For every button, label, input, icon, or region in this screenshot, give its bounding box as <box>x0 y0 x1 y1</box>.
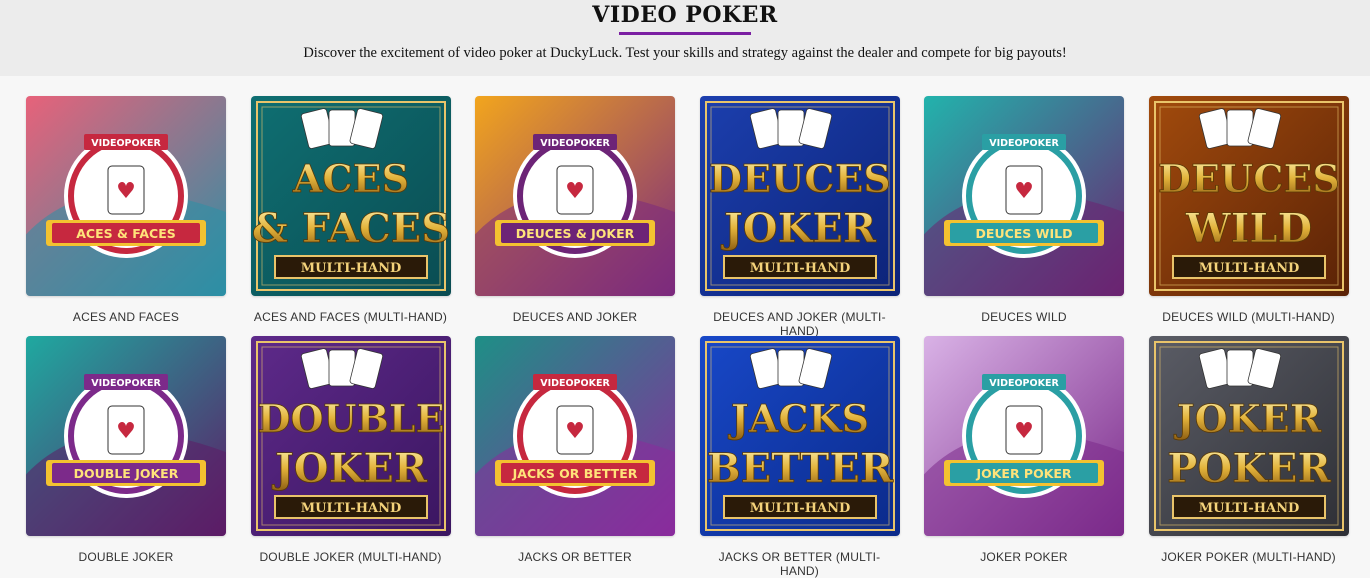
page-title: VIDEO POKER <box>592 2 778 28</box>
artwork-game-logo: BETTER <box>706 445 893 492</box>
title-underline <box>619 32 751 35</box>
game-title[interactable]: DEUCES AND JOKER <box>475 310 675 324</box>
heart-icon: ♥ <box>565 179 585 204</box>
artwork-game-logo: ACES <box>291 156 408 201</box>
artwork-game-logo: JOKER <box>271 445 427 492</box>
game-artwork: ACES& FACES MULTI-HAND <box>250 96 451 296</box>
game-artwork: JACKSBETTER MULTI-HAND <box>699 336 900 536</box>
game-card[interactable]: VIDEOPOKER ♥ DEUCES WILD DEUCES WILD <box>924 96 1124 336</box>
page-header: VIDEO POKER Discover the excitement of v… <box>0 0 1370 76</box>
game-artwork: DEUCESJOKER MULTI-HAND <box>699 96 900 296</box>
game-title[interactable]: JACKS OR BETTER (MULTI-HAND) <box>700 550 900 578</box>
artwork-multi-hand-label: MULTI-HAND <box>749 261 849 276</box>
game-thumbnail[interactable]: VIDEOPOKER ♥ ACES & FACES <box>26 96 226 296</box>
artwork-top-label: VIDEOPOKER <box>91 378 161 389</box>
artwork-game-logo: DOUBLE <box>257 396 444 441</box>
game-artwork: VIDEOPOKER ♥ JACKS OR BETTER <box>475 336 675 536</box>
game-row-1: VIDEOPOKER ♥ ACES & FACES ACES AND FACES AC… <box>26 96 1370 338</box>
game-thumbnail[interactable]: VIDEOPOKER ♥ DOUBLE JOKER <box>26 336 226 536</box>
game-artwork: VIDEOPOKER ♥ DEUCES & JOKER <box>475 96 675 296</box>
artwork-top-label: VIDEOPOKER <box>540 378 610 389</box>
artwork-game-logo: & FACES <box>251 205 449 252</box>
artwork-game-logo: JOKER <box>720 205 876 252</box>
game-title[interactable]: ACES AND FACES <box>26 310 226 324</box>
game-thumbnail[interactable]: DEUCES WILD MULTI-HAND <box>1148 96 1349 296</box>
artwork-game-logo: JACKS OR BETTER <box>512 466 638 481</box>
heart-icon: ♥ <box>116 419 136 444</box>
game-card[interactable]: ACES & FACES MULTI-HAND ACES AND FACES (MUL… <box>250 96 451 336</box>
game-artwork: DEUCESWILD MULTI-HAND <box>1148 96 1349 296</box>
game-row-2: VIDEOPOKER ♥ DOUBLE JOKER DOUBLE JOKER DOUB… <box>26 336 1370 578</box>
game-title[interactable]: DOUBLE JOKER <box>26 550 226 564</box>
game-card[interactable]: VIDEOPOKER ♥ JOKER POKER JOKER POKER <box>924 336 1124 576</box>
game-card[interactable]: DOUBLE JOKER MULTI-HAND DOUBLE JOKER (MULTI… <box>250 336 451 576</box>
game-thumbnail[interactable]: VIDEOPOKER ♥ DEUCES WILD <box>924 96 1124 296</box>
game-card[interactable]: VIDEOPOKER ♥ ACES & FACES ACES AND FACES <box>26 96 226 336</box>
artwork-multi-hand-label: MULTI-HAND <box>300 261 400 276</box>
artwork-game-logo: ACES & FACES <box>76 226 176 241</box>
heart-icon: ♥ <box>1014 179 1034 204</box>
artwork-game-logo: DEUCES WILD <box>976 226 1073 241</box>
artwork-game-logo: JOKER POKER <box>975 466 1071 481</box>
artwork-game-logo: DEUCES <box>709 156 891 201</box>
game-thumbnail[interactable]: VIDEOPOKER ♥ DEUCES & JOKER <box>475 96 675 296</box>
artwork-game-logo: JACKS <box>727 396 868 441</box>
heart-icon: ♥ <box>565 419 585 444</box>
artwork-game-logo: DEUCES <box>1158 156 1340 201</box>
game-thumbnail[interactable]: DEUCES JOKER MULTI-HAND <box>699 96 900 296</box>
artwork-game-logo: DOUBLE JOKER <box>74 466 179 481</box>
game-artwork: VIDEOPOKER ♥ DOUBLE JOKER <box>26 336 226 536</box>
game-title[interactable]: JOKER POKER <box>924 550 1124 564</box>
artwork-game-logo: WILD <box>1184 205 1311 252</box>
game-artwork: DOUBLEJOKER MULTI-HAND <box>250 336 451 536</box>
game-title[interactable]: JOKER POKER (MULTI-HAND) <box>1149 550 1349 564</box>
artwork-multi-hand-label: MULTI-HAND <box>300 501 400 516</box>
game-artwork: JOKERPOKER MULTI-HAND <box>1148 336 1349 536</box>
game-card[interactable]: VIDEOPOKER ♥ DEUCES & JOKER DEUCES AND JOKE… <box>475 96 675 336</box>
artwork-game-logo: DEUCES & JOKER <box>516 226 635 241</box>
artwork-game-logo: POKER <box>1167 445 1331 492</box>
artwork-multi-hand-label: MULTI-HAND <box>1198 501 1298 516</box>
game-title[interactable]: DOUBLE JOKER (MULTI-HAND) <box>251 550 451 564</box>
game-card[interactable]: JOKER POKER MULTI-HAND JOKER POKER (MULTI-H… <box>1148 336 1349 576</box>
game-thumbnail[interactable]: ACES & FACES MULTI-HAND <box>250 96 451 296</box>
artwork-top-label: VIDEOPOKER <box>91 138 161 149</box>
game-title[interactable]: DEUCES WILD (MULTI-HAND) <box>1149 310 1349 324</box>
game-thumbnail[interactable]: JOKER POKER MULTI-HAND <box>1148 336 1349 536</box>
game-thumbnail[interactable]: VIDEOPOKER ♥ JACKS OR BETTER <box>475 336 675 536</box>
game-grid: VIDEOPOKER ♥ ACES & FACES ACES AND FACES AC… <box>0 76 1370 578</box>
artwork-game-logo: JOKER <box>1173 396 1321 441</box>
game-thumbnail[interactable]: DOUBLE JOKER MULTI-HAND <box>250 336 451 536</box>
game-title[interactable]: ACES AND FACES (MULTI-HAND) <box>251 310 451 324</box>
artwork-top-label: VIDEOPOKER <box>989 138 1059 149</box>
game-title[interactable]: JACKS OR BETTER <box>475 550 675 564</box>
game-thumbnail[interactable]: JACKS BETTER MULTI-HAND <box>699 336 900 536</box>
artwork-multi-hand-label: MULTI-HAND <box>1198 261 1298 276</box>
game-thumbnail[interactable]: VIDEOPOKER ♥ JOKER POKER <box>924 336 1124 536</box>
game-card[interactable]: VIDEOPOKER ♥ JACKS OR BETTER JACKS OR BETTE… <box>475 336 675 576</box>
game-card[interactable]: JACKS BETTER MULTI-HAND JACKS OR BETTER (MU… <box>699 336 900 578</box>
game-artwork: VIDEOPOKER ♥ DEUCES WILD <box>924 96 1124 296</box>
game-title[interactable]: DEUCES WILD <box>924 310 1124 324</box>
heart-icon: ♥ <box>116 179 136 204</box>
game-card[interactable]: DEUCES WILD MULTI-HAND DEUCES WILD (MULTI-H… <box>1148 96 1349 336</box>
game-card[interactable]: DEUCES JOKER MULTI-HAND DEUCES AND JOKER (M… <box>699 96 900 338</box>
game-title[interactable]: DEUCES AND JOKER (MULTI-HAND) <box>700 310 900 338</box>
game-artwork: VIDEOPOKER ♥ JOKER POKER <box>924 336 1124 536</box>
artwork-top-label: VIDEOPOKER <box>989 378 1059 389</box>
artwork-multi-hand-label: MULTI-HAND <box>749 501 849 516</box>
game-card[interactable]: VIDEOPOKER ♥ DOUBLE JOKER DOUBLE JOKER <box>26 336 226 576</box>
game-artwork: VIDEOPOKER ♥ ACES & FACES <box>26 96 226 296</box>
page-subtitle: Discover the excitement of video poker a… <box>303 45 1067 61</box>
artwork-top-label: VIDEOPOKER <box>540 138 610 149</box>
heart-icon: ♥ <box>1014 419 1034 444</box>
